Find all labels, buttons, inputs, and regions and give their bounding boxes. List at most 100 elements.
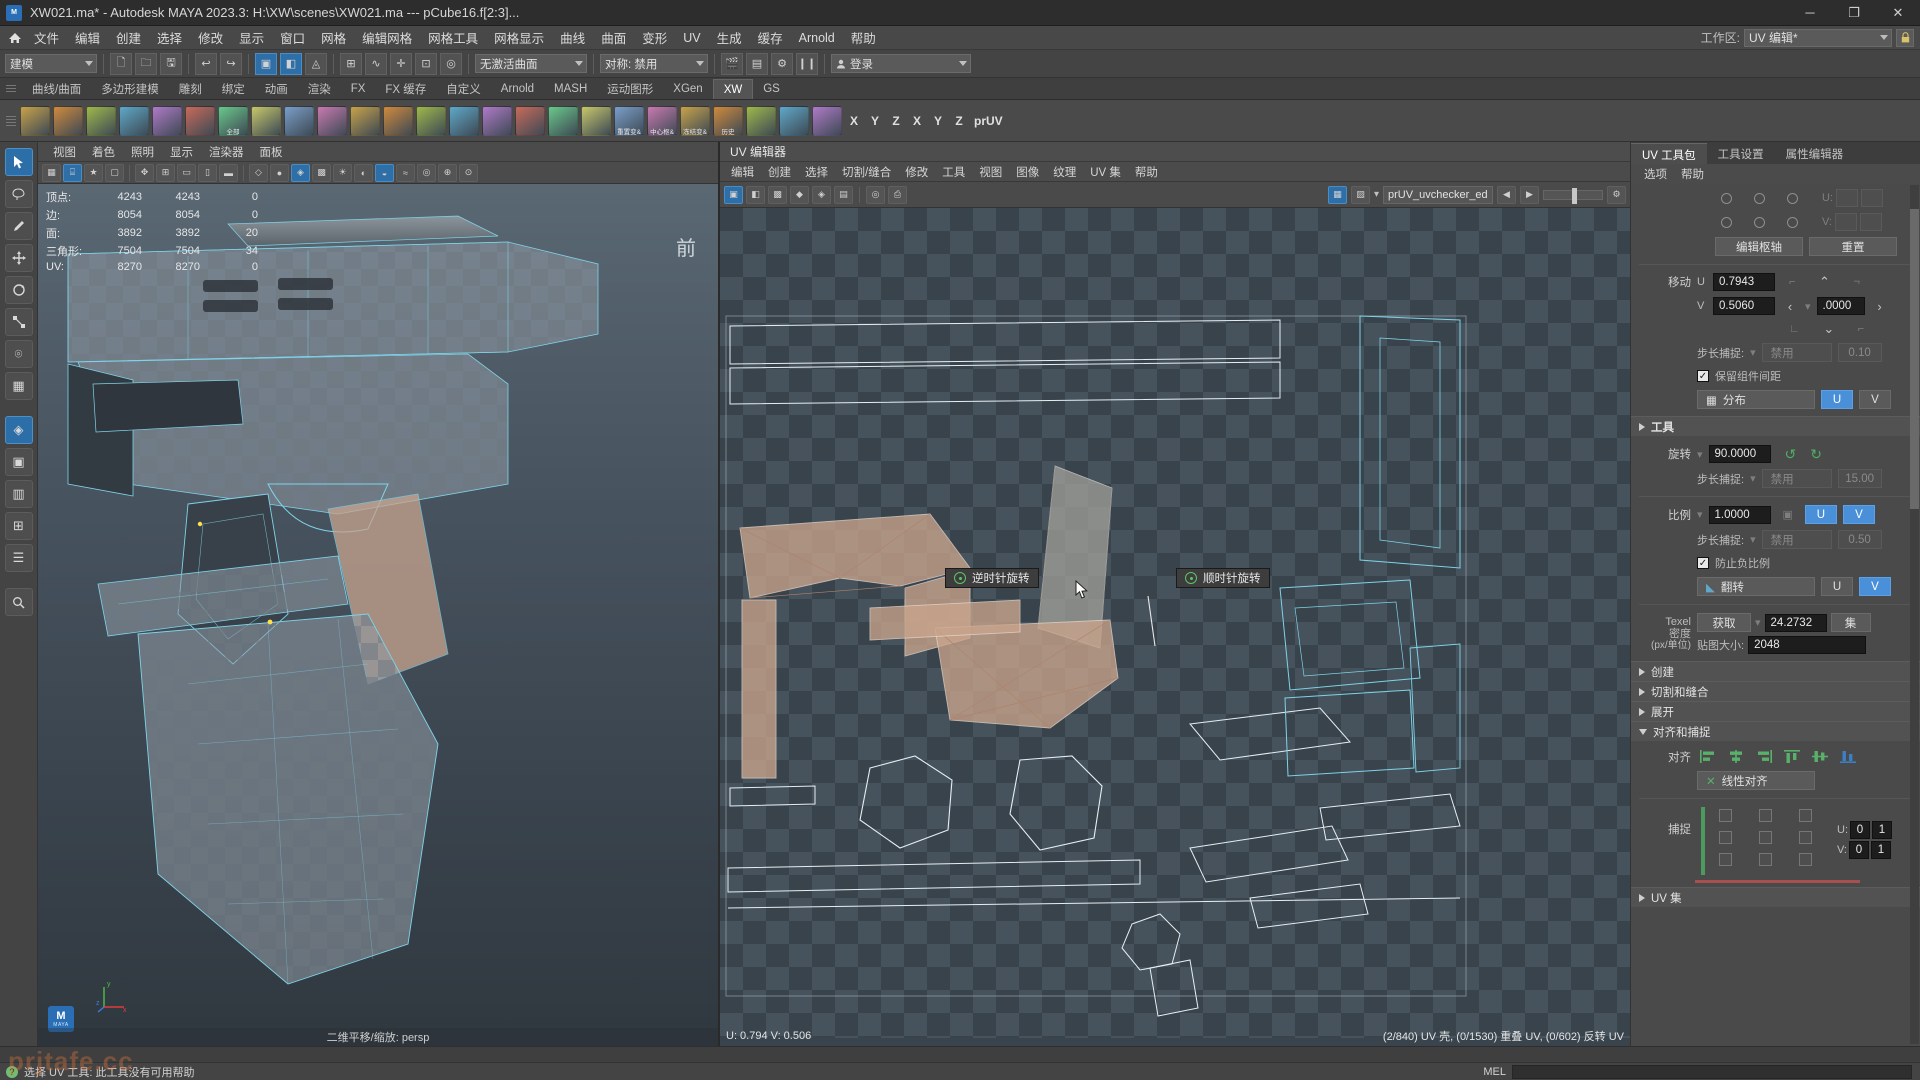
xray-icon[interactable]: ◎ [417,163,436,182]
gate-mask-icon[interactable]: ▬ [219,163,238,182]
shadows-icon[interactable]: ◐ [354,163,373,182]
lock-camera-icon[interactable]: ⌸ [63,163,82,182]
uv-menu-视图[interactable]: 视图 [972,163,1009,181]
uv-unfold-icon[interactable] [779,105,809,136]
rotate-step-snap-value[interactable]: 禁用 [1761,469,1832,488]
texture-name-field[interactable]: prUV_uvchecker_ed [1383,185,1493,204]
toolkit-menu-选项[interactable]: 选项 [1637,165,1674,183]
show-manipulator-tool[interactable]: ◈ [4,416,33,444]
shaded-wireframe-icon[interactable]: ◈ [291,163,310,182]
scale-v-button[interactable]: V [1842,505,1875,524]
uv-settings-icon[interactable]: ⚙ [1607,185,1626,204]
snap-u-max-field[interactable]: 1 [1872,821,1892,839]
curve-tool-icon[interactable] [185,105,215,136]
axis-z-icon[interactable]: Z [887,106,905,136]
select-all-icon[interactable]: 全部 [218,105,248,136]
home-icon[interactable] [4,28,26,48]
menu-item-9[interactable]: 网格工具 [420,26,486,49]
snap-box-7[interactable] [1719,853,1732,866]
scale-step-snap-dropdown[interactable]: ▾ [1750,533,1756,546]
texel-set-button[interactable]: 集 [1830,613,1871,632]
cut-sew-section-header[interactable]: 切割和缝合 [1631,681,1920,701]
reduce-icon[interactable] [515,105,545,136]
shelf-tab-运动图形[interactable]: 运动图形 [597,79,663,99]
shelf-tab-绑定[interactable]: 绑定 [212,79,255,99]
texel-dropdown[interactable]: ▾ [1755,616,1761,629]
search-icon[interactable] [4,588,33,616]
axis-x-icon[interactable]: X [845,106,863,136]
two-pane-layout-icon[interactable]: ▥ [4,480,33,508]
snap-v-max-field[interactable]: 1 [1871,841,1891,859]
move-u-field[interactable]: 0.7943 [1713,273,1775,291]
shelf-icons-grip-icon[interactable] [6,116,16,126]
reset-pivot-button[interactable]: 重置 [1809,237,1897,256]
mirror-icon[interactable] [449,105,479,136]
symmetry-dropdown[interactable]: 对称: 禁用 [600,54,708,73]
redo-icon[interactable]: ↪ [220,52,242,75]
render-icon[interactable]: 🎬 [721,52,743,75]
snap-point-icon[interactable]: ✛ [390,52,412,75]
pivot-radio-botright[interactable] [1787,216,1798,228]
rotate-step-snap-num[interactable]: 15.00 [1837,469,1882,488]
image-display-icon[interactable]: ▦ [1327,185,1347,204]
uv-menu-编辑[interactable]: 编辑 [724,163,761,181]
scale-u-button[interactable]: U [1804,505,1837,524]
uv-dim-image-icon[interactable]: ◧ [746,185,765,204]
exposure-slider[interactable] [1543,187,1603,204]
shelf-tab-自定义[interactable]: 自定义 [436,79,491,99]
uv-distortion-icon[interactable]: ◈ [812,185,831,204]
menu-item-7[interactable]: 网格 [313,26,354,49]
move-left-button[interactable]: ‹ [1781,299,1799,314]
scale-uniform-icon[interactable]: ▣ [1783,508,1793,521]
snap-box-1[interactable] [1719,809,1732,822]
pause-icon[interactable]: ❙❙ [796,52,818,75]
viewport-menu-照明[interactable]: 照明 [124,143,161,161]
extrude-icon[interactable] [317,105,347,136]
move-up-button[interactable]: ⌃ [1815,274,1833,290]
mel-input[interactable] [1512,1064,1912,1079]
texture-next-icon[interactable]: ▶ [1520,185,1539,204]
menu-item-13[interactable]: 变形 [634,26,675,49]
uv-menu-选择[interactable]: 选择 [798,163,835,181]
menu-item-10[interactable]: 网格显示 [486,26,552,49]
rotate-dropdown[interactable]: ▾ [1697,448,1703,461]
poly-sphere-icon[interactable] [20,105,50,136]
bevel-icon[interactable] [350,105,380,136]
rotate-cw-icon[interactable]: ↻ [1810,446,1822,463]
snap-view-icon[interactable]: ◎ [440,52,462,75]
textured-icon[interactable]: ▩ [312,163,331,182]
poly-torus-icon[interactable] [152,105,182,136]
uv-canvas[interactable]: 逆时针旋转 顺时针旋转 U: 0.794 V: 0.506 (2/840) UV… [720,208,1630,1046]
outliner-list-icon[interactable]: ☰ [4,544,33,572]
rotate-tool[interactable] [4,276,33,304]
soft-select-tool[interactable]: ⌾ [4,340,33,368]
menu-item-16[interactable]: 缓存 [750,26,791,49]
move-step-field[interactable]: .0000 [1816,297,1865,315]
move-v-field[interactable]: 0.5060 [1713,297,1775,315]
uvset-section-header[interactable]: UV 集 [1631,887,1920,907]
snap-box-9[interactable] [1799,853,1812,866]
scale-dropdown[interactable]: ▾ [1697,508,1703,521]
merge-icon[interactable] [416,105,446,136]
menuset-dropdown[interactable]: 建模 [5,54,97,73]
scale-value-field[interactable]: 1.0000 [1708,505,1771,524]
uv-menu-纹理[interactable]: 纹理 [1046,163,1083,181]
grid-toggle-icon[interactable]: ⊞ [156,163,175,182]
align-center-v-icon[interactable] [1809,748,1831,765]
image-plane-icon[interactable]: ▢ [105,163,124,182]
uv-checker-icon[interactable]: ▤ [834,185,853,204]
uv-editor-icon[interactable] [746,105,776,136]
snap-box-5[interactable] [1759,831,1772,844]
uv-filter-icon[interactable]: ▩ [768,185,787,204]
menu-item-18[interactable]: 帮助 [843,26,884,49]
snap-box-4[interactable] [1719,831,1732,844]
uv-menu-帮助[interactable]: 帮助 [1128,163,1165,181]
bridge-icon[interactable] [383,105,413,136]
shelf-tab-曲线/曲面[interactable]: 曲线/曲面 [22,79,91,99]
center-pivot-icon[interactable]: 中心枢& [647,105,677,136]
corner-tr-icon[interactable]: ¬ [1853,276,1859,288]
snap-u-min-field[interactable]: 0 [1850,821,1870,839]
select-camera-icon[interactable]: ▦ [42,163,61,182]
distribute-button[interactable]: ▦ 分布 [1697,390,1815,409]
flip-u-button[interactable]: U [1821,577,1853,596]
